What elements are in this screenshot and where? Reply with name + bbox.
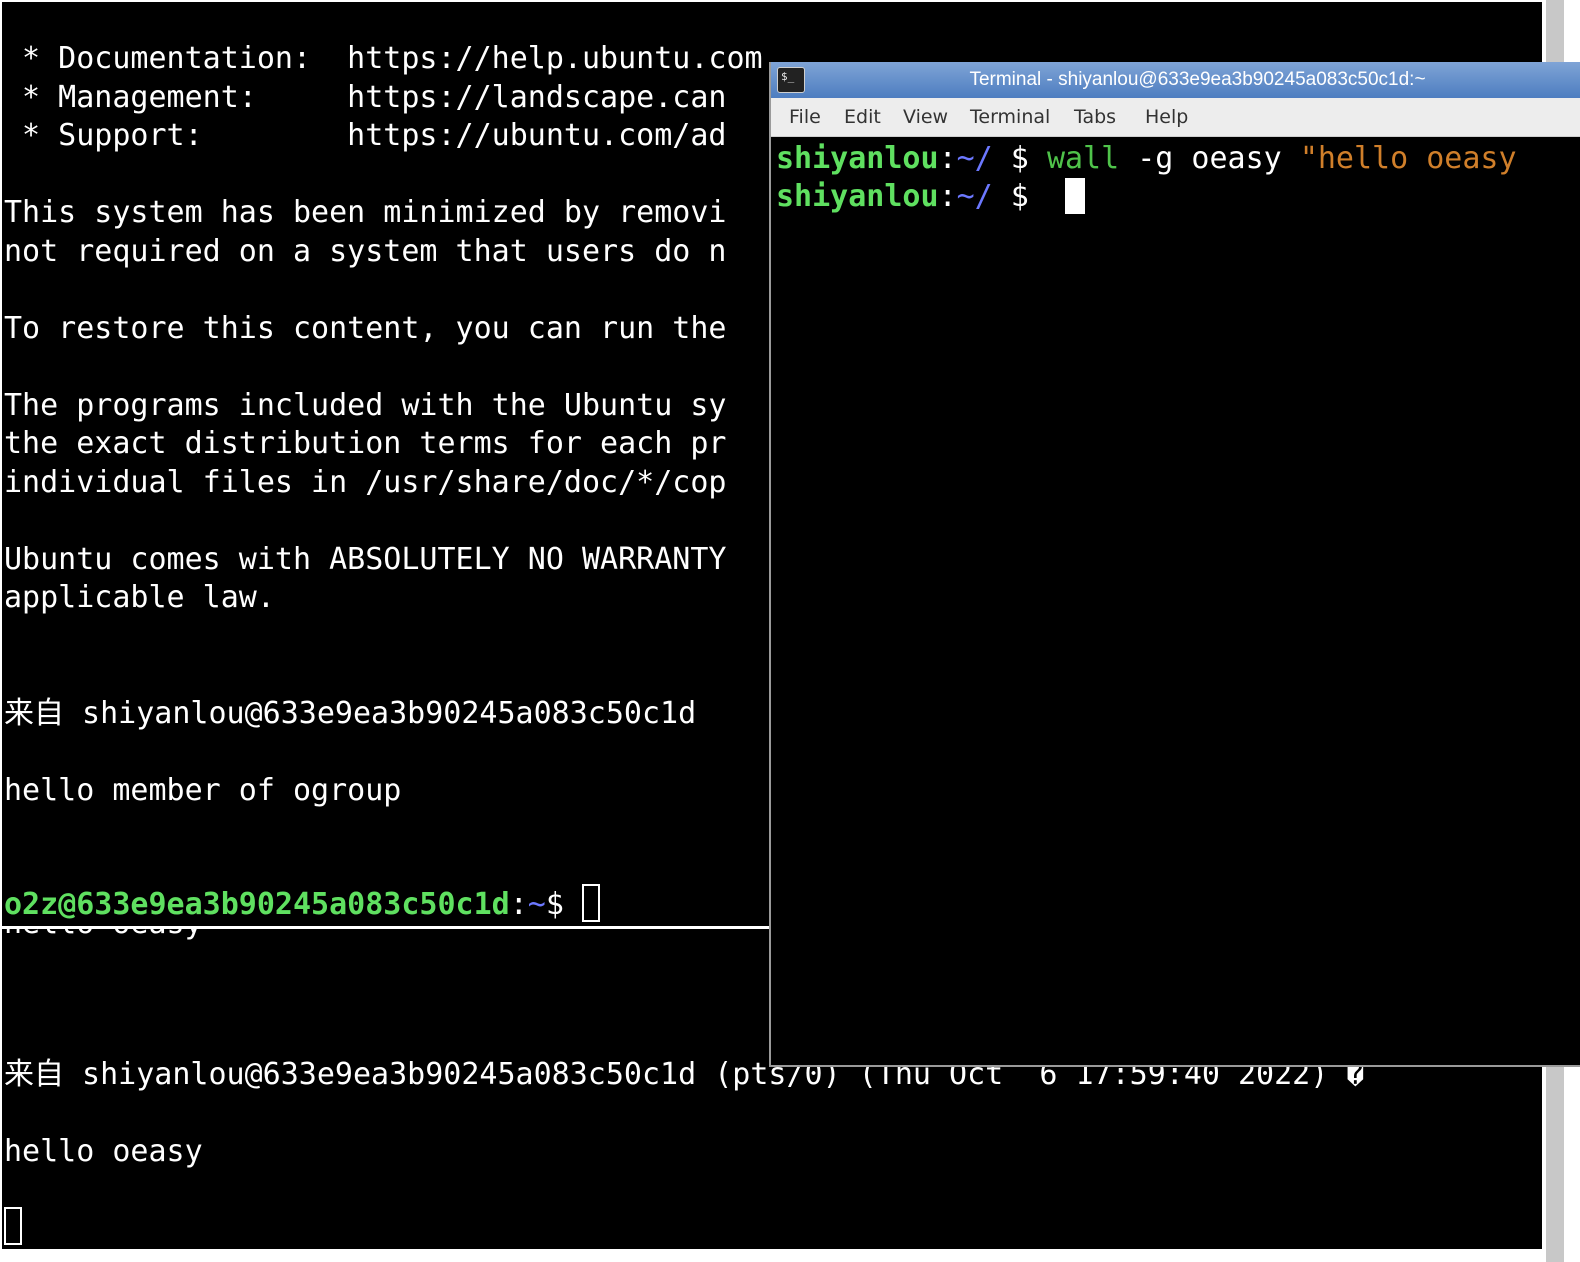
terminal-window[interactable]: $_ Terminal - shiyanlou@633e9ea3b90245a0… [769, 62, 1580, 1067]
prompt-user-host: o2z@633e9ea3b90245a083c50c1d [4, 887, 510, 922]
scrolled-partial-line: hello oeasy [4, 929, 203, 944]
prompt-colon: : [938, 179, 957, 214]
menu-bar: File Edit View Terminal Tabs Help [771, 98, 1580, 137]
prompt-symbol: $ [992, 179, 1065, 214]
command-name: wall [1046, 141, 1120, 176]
text-cursor [581, 884, 600, 922]
output-line: This system has been minimized by removi [4, 195, 727, 230]
active-prompt-line[interactable]: shiyanlou:~/ $ [776, 178, 1085, 217]
output-line: 来自 shiyanlou@633e9ea3b90245a083c50c1d [4, 695, 697, 731]
output-line: hello member of ogroup [4, 772, 402, 808]
prompt-path: ~/ [956, 141, 993, 176]
menu-view[interactable]: View [903, 106, 948, 128]
terminal-body[interactable]: shiyanlou:~/ $ wall -g oeasy "hello oeas… [771, 137, 1580, 1065]
scrollbar-thumb[interactable] [1546, 0, 1564, 62]
command-line: shiyanlou:~/ $ wall -g oeasy "hello oeas… [776, 140, 1517, 179]
prompt-user: shiyanlou [776, 141, 939, 176]
menu-help[interactable]: Help [1145, 106, 1188, 128]
window-titlebar[interactable]: $_ Terminal - shiyanlou@633e9ea3b90245a0… [771, 62, 1580, 98]
scrollbar-thumb-bottom[interactable] [1546, 1067, 1564, 1262]
prompt-colon: : [938, 141, 957, 176]
output-line: applicable law. [4, 580, 275, 615]
prompt-symbol: $ [545, 887, 582, 922]
menu-file[interactable]: File [789, 106, 821, 128]
broadcast-message: hello oeasy [4, 1134, 203, 1169]
prompt-path: ~/ [956, 179, 993, 214]
prompt-symbol: $ [992, 141, 1047, 176]
prompt-user: shiyanlou [776, 179, 939, 214]
output-line: * Support: https://ubuntu.com/ad [4, 118, 727, 153]
bottom-pane-scrollbar[interactable] [1542, 1067, 1568, 1262]
output-line: To restore this content, you can run the [4, 310, 727, 346]
shell-prompt-line[interactable]: o2z@633e9ea3b90245a083c50c1d:~$ [4, 884, 600, 925]
terminal-app-icon[interactable]: $_ [777, 67, 805, 93]
menu-tabs[interactable]: Tabs [1074, 106, 1116, 128]
prompt-colon: : [509, 887, 528, 922]
menu-edit[interactable]: Edit [844, 106, 881, 128]
output-line: * Management: https://landscape.can [4, 79, 727, 115]
output-line: not required on a system that users do n [4, 233, 727, 269]
output-line: the exact distribution terms for each pr [4, 426, 727, 461]
text-cursor [1065, 178, 1085, 214]
output-line: The programs included with the Ubuntu sy [4, 387, 727, 423]
menu-terminal[interactable]: Terminal [970, 106, 1050, 128]
text-cursor-bottom [4, 1207, 22, 1248]
prompt-path: ~ [527, 887, 546, 922]
output-line: * Documentation: https://help.ubuntu.com [4, 41, 763, 76]
command-string: "hello oeasy [1299, 141, 1517, 176]
output-line: Ubuntu comes with ABSOLUTELY NO WARRANTY [4, 541, 727, 577]
output-line: individual files in /usr/share/doc/*/cop [4, 464, 727, 500]
window-title: Terminal - shiyanlou@633e9ea3b90245a083c… [969, 69, 1426, 90]
command-args: -g oeasy [1119, 141, 1300, 176]
